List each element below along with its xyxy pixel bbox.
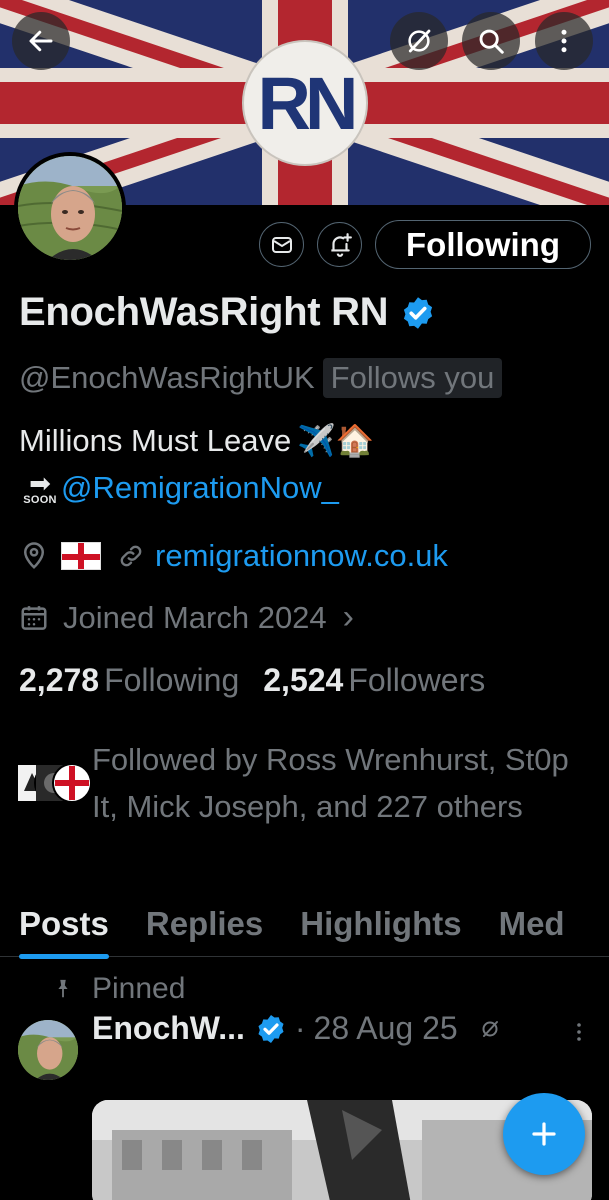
back-button[interactable] [12,12,70,70]
more-vertical-icon [561,29,567,53]
calendar-icon [21,605,47,630]
joined-date-row[interactable]: Joined March 2024 › [19,598,354,637]
bio-text: Millions Must Leave [19,422,292,458]
followed-by-row[interactable]: Followed by Ross Wrenhurst, St0p It, Mic… [16,736,592,830]
followers-label: Followers [348,662,486,698]
post-more-icon[interactable] [571,1020,587,1044]
post-avatar-image [18,1020,78,1080]
banner-logo-text: RN [257,61,359,145]
arrow-left-icon [29,30,53,52]
tab-highlights[interactable]: Highlights [300,897,461,956]
tab-posts-label: Posts [19,905,109,942]
profile-avatar-image [18,156,122,260]
mutual-follower-avatars [16,763,92,803]
following-count: 2,278 [19,662,100,698]
compose-post-button[interactable] [503,1093,585,1175]
bio-mention-link[interactable]: @RemigrationNow_ [61,470,339,506]
banner-logo: RN [243,41,367,165]
profile-meta-row: 🏴󠁧󠁢󠁥󠁮󠁧󠁿 remigrationnow.co.uk [19,538,448,574]
bio-line-2: ➡ SOON @RemigrationNow_ [19,470,339,506]
post-header: EnochW... · 28 Aug 25 [92,1010,502,1047]
followed-by-text: Followed by Ross Wrenhurst, St0p It, Mic… [92,742,569,824]
tab-media-label: Med [498,905,565,942]
bell-plus-icon [330,232,352,257]
handle-row: @EnochWasRightUK Follows you [19,358,503,398]
followers-stat[interactable]: 2,524 Followers [263,662,485,699]
pin-icon [58,979,68,998]
post-author-name[interactable]: EnochW... [92,1010,245,1047]
location-pin-icon [23,542,45,569]
grok-button[interactable] [390,12,448,70]
plus-icon [532,1122,556,1146]
profile-name-row: EnochWasRight RN [19,290,436,335]
post-separator: · [294,1010,306,1046]
message-button[interactable] [259,222,304,267]
grok-icon [408,29,431,53]
mail-icon [271,236,292,253]
post-author-avatar[interactable] [18,1020,78,1080]
following-stat[interactable]: 2,278 Following [19,662,239,699]
tab-replies[interactable]: Replies [146,897,263,956]
notifications-button[interactable] [317,222,362,267]
mutual-avatar-3 [52,763,92,803]
following-button[interactable]: Following [375,220,591,269]
bio-line-1: Millions Must Leave ✈️🏠 [19,422,374,459]
tab-highlights-label: Highlights [300,905,462,942]
search-icon [479,29,504,54]
soon-label: SOON [23,494,57,506]
joined-date: Joined March 2024 [63,599,327,635]
soon-arrow-emoji: ➡ SOON [19,468,61,506]
display-name: EnochWasRight RN [19,290,389,334]
more-options-button[interactable] [535,12,593,70]
profile-tabs: Posts Replies Highlights Med [0,897,609,959]
website-link[interactable]: remigrationnow.co.uk [155,538,448,574]
tab-replies-label: Replies [145,905,264,942]
pinned-label: Pinned [92,972,186,1005]
chevron-right-icon: › [342,598,354,636]
pinned-indicator: Pinned [52,972,185,1006]
following-label: Following [104,662,240,698]
follow-stats: 2,278 Following 2,524 Followers [19,662,485,699]
followers-count: 2,524 [263,662,344,698]
location-flag: 🏴󠁧󠁢󠁥󠁮󠁧󠁿 [61,542,101,570]
post-date[interactable]: 28 Aug 25 [314,1010,458,1047]
bio-emojis: ✈️🏠 [297,423,375,458]
tab-media[interactable]: Med [499,897,565,956]
tab-posts[interactable]: Posts [19,897,109,959]
active-tab-indicator [19,954,109,959]
verified-badge-icon[interactable] [400,295,436,331]
search-button[interactable] [462,12,520,70]
link-icon [120,545,142,567]
profile-avatar[interactable] [14,152,126,264]
soon-arrow-glyph: ➡ [29,468,51,498]
follows-you-badge: Follows you [322,358,503,398]
profile-handle: @EnochWasRightUK [19,360,315,395]
grok-icon[interactable] [478,1017,502,1041]
flag-cross-v [78,543,84,569]
post-verified-badge-icon [258,1014,284,1043]
